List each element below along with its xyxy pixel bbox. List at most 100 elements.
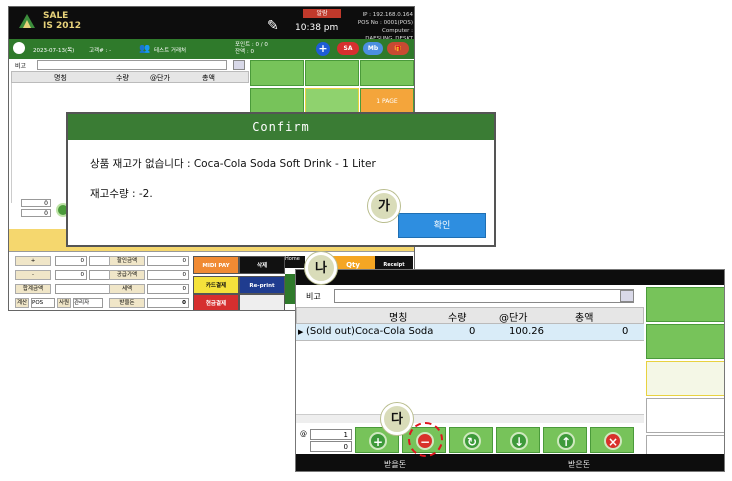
memo-input[interactable]: [37, 60, 227, 70]
cash-pay-button[interactable]: 현금결제: [193, 294, 239, 310]
marker-c: 다: [381, 403, 413, 435]
dialog-stock-text: 재고수량 : -2.: [90, 188, 153, 200]
row-name: (Sold out)Coca-Cola Soda: [306, 326, 434, 337]
guest-text: 고객# : -: [89, 48, 112, 54]
horizontal-scrollbar[interactable]: [296, 414, 644, 423]
col-total: 총액: [575, 313, 594, 324]
brand-logo-text: SALE IS 2012: [43, 11, 81, 31]
zoomed-pos-window: 비고 명칭 수량 @단가 총액 ▶ (Sold out)Coca-Cola So…: [295, 269, 725, 472]
row-pointer-icon: ▶: [298, 328, 304, 336]
receivable-label: 받을돈: [109, 298, 145, 308]
tutorial-image: SALE IS 2012 알람 ✎ 10:38 pm IP : 192.168.…: [0, 0, 732, 481]
customer-name[interactable]: 테스트 거래처: [154, 46, 186, 54]
tax-label: 세액: [109, 284, 145, 294]
table-row[interactable]: ▶ (Sold out)Coca-Cola Soda 0 100.26 0: [296, 324, 644, 341]
ok-button[interactable]: 확인: [398, 213, 486, 238]
discount-value: 0: [147, 256, 189, 266]
midi-pay-button[interactable]: MIDI PAY: [193, 256, 239, 274]
memo-input[interactable]: [334, 289, 634, 303]
row-total: 0: [622, 326, 629, 337]
mb-button[interactable]: Mb: [363, 42, 383, 55]
discount-label: 할인금액: [109, 256, 145, 266]
col-name: 명칭: [389, 313, 408, 324]
col-name: 명칭: [54, 74, 67, 82]
refresh-button[interactable]: ↻: [449, 427, 493, 453]
ip-text: IP : 192.168.0.164: [362, 12, 413, 18]
pos-header: SALE IS 2012 알람 ✎ 10:38 pm IP : 192.168.…: [9, 7, 414, 42]
product-tile[interactable]: [360, 60, 414, 86]
delete-button[interactable]: 삭제: [239, 256, 285, 274]
row-qty: 0: [469, 326, 476, 337]
marker-a: 가: [368, 190, 400, 222]
clerk-label: 사원: [57, 298, 71, 308]
confirm-dialog: Confirm 상품 재고가 없습니다 : Coca-Cola Soda Sof…: [66, 112, 496, 247]
keyboard-icon[interactable]: [620, 290, 634, 302]
points-info: 포인트 : 0 / 0 잔액 : 0: [235, 42, 268, 56]
plus-label: +: [15, 256, 51, 266]
close-icon: ×: [604, 432, 622, 450]
zoom-footer: 받을돈 받은돈: [296, 454, 724, 471]
keyboard-icon[interactable]: [233, 60, 245, 70]
highlight-ring: [408, 422, 443, 457]
pos-number-text: POS No : 0001(POS): [357, 20, 413, 26]
clock-time: 10:38 pm: [295, 23, 339, 33]
arrow-down-icon: ↓: [510, 432, 528, 450]
zoom-top-bar: [296, 270, 724, 285]
reprint-button[interactable]: Re-print: [239, 276, 285, 294]
qty-box: 0 0: [11, 197, 61, 219]
sa-button[interactable]: SA: [337, 42, 359, 55]
memo-label: 비고: [306, 292, 321, 301]
dialog-title: Confirm: [68, 114, 494, 140]
cancel-item-button[interactable]: ×: [590, 427, 634, 453]
alarm-badge[interactable]: 알람: [303, 9, 341, 18]
add-circle-button[interactable]: +: [316, 42, 330, 56]
product-tile[interactable]: [250, 60, 304, 86]
qty-box-1[interactable]: 1: [310, 429, 352, 440]
receivable-value: 0: [147, 298, 189, 308]
arrow-up-icon: ↑: [557, 432, 575, 450]
tax-value: 0: [147, 284, 189, 294]
qty-value-1[interactable]: 0: [21, 199, 51, 207]
product-tile[interactable]: [646, 287, 724, 322]
supply-value: 0: [147, 270, 189, 280]
item-grid-header: 명칭 수량 @단가 총액: [11, 71, 249, 83]
info-bar: 2023-07-13(목) 고객# : - 👥 테스트 거래처 포인트 : 0 …: [9, 39, 414, 59]
dialog-message: 상품 재고가 없습니다 : Coca-Cola Soda Soft Drink …: [90, 158, 376, 170]
minus-label: -: [15, 270, 51, 280]
home-button[interactable]: Home: [285, 256, 305, 268]
product-tile[interactable]: [305, 88, 359, 114]
people-icon: 👥: [139, 44, 151, 54]
product-tile[interactable]: [646, 361, 724, 396]
qty-at-label: @: [300, 430, 307, 438]
product-tile[interactable]: [305, 60, 359, 86]
empty-button[interactable]: [239, 294, 285, 310]
product-tile[interactable]: [250, 88, 304, 114]
qty-value-2[interactable]: 0: [21, 209, 51, 217]
register-label: 계산: [15, 298, 29, 308]
page-button[interactable]: 1 PAGE: [360, 88, 414, 114]
pencil-icon[interactable]: ✎: [267, 18, 279, 34]
qty-box-2[interactable]: 0: [310, 441, 352, 452]
card-pay-button[interactable]: 카드결제: [193, 276, 239, 294]
move-down-button[interactable]: ↓: [496, 427, 540, 453]
date-text: 2023-07-13(목): [33, 48, 75, 54]
gift-icon[interactable]: 🎁: [387, 42, 409, 55]
logo-icon: [19, 14, 35, 28]
total-value: 0: [55, 270, 87, 280]
points-use: 포인트 : 0 / 0: [235, 42, 268, 48]
col-price: @단가: [499, 313, 528, 324]
brand-line1: SALE: [43, 11, 69, 21]
product-tile[interactable]: [646, 398, 724, 433]
refresh-icon: ↻: [463, 432, 481, 450]
register-value: POS: [31, 298, 55, 308]
row-price: 100.26: [509, 326, 544, 337]
supply-label: 공급가액: [109, 270, 145, 280]
move-up-button[interactable]: ↑: [543, 427, 587, 453]
col-qty: 수량: [116, 74, 129, 82]
total-value: 0: [55, 256, 87, 266]
product-tile[interactable]: [646, 324, 724, 359]
marker-b: 나: [305, 252, 337, 284]
received-label: 받은돈: [568, 460, 591, 469]
clerk-value: 관리자: [73, 298, 103, 308]
memo-label: 비고: [15, 63, 27, 70]
